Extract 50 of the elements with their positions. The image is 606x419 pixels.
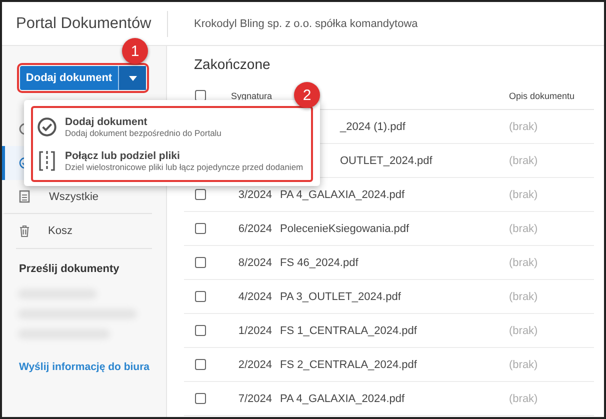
sidebar-item[interactable]: Kosz xyxy=(2,214,166,248)
table-cell: (brak) xyxy=(509,392,538,404)
row-checkbox[interactable] xyxy=(195,359,206,370)
row-checkbox[interactable] xyxy=(195,189,206,200)
annotation-badge: 2 xyxy=(294,82,320,108)
table-cell: 4/2024 xyxy=(238,290,272,302)
row-checkbox[interactable] xyxy=(195,223,206,234)
app-title: Portal Dokumentów xyxy=(15,14,152,32)
table-cell: (brak) xyxy=(509,154,538,166)
menu-item[interactable]: Dodaj dokument Dodaj dokument bezpośrednio do Portalu xyxy=(33,110,311,144)
row-checkbox[interactable] xyxy=(195,257,206,268)
table-cell: FS 1_CENTRALA_2024.pdf xyxy=(280,324,417,336)
table-cell: (brak) xyxy=(509,290,538,302)
table-cell: (brak) xyxy=(509,120,538,132)
table-cell: 6/2024 xyxy=(238,222,272,234)
trash-icon xyxy=(19,225,30,237)
annotation-badge: 1 xyxy=(122,38,148,64)
row-checkbox[interactable] xyxy=(195,393,206,404)
company-name: Krokodyl Bling sp. z o.o. spółka komandytowa xyxy=(167,10,418,36)
table-cell: (brak) xyxy=(509,222,538,234)
table-cell: 7/2024 xyxy=(238,392,272,404)
table-cell: _2024 (1).pdf xyxy=(340,120,406,132)
column-header: Opis dokumentu xyxy=(509,90,576,100)
table-cell: PA 4_GALAXIA_2024.pdf xyxy=(280,392,405,404)
column-header: Sygnatura xyxy=(230,90,273,100)
table-cell: PA 3_OUTLET_2024.pdf xyxy=(280,290,401,302)
table-cell: 2/2024 xyxy=(238,358,272,370)
table-cell: PA 4_GALAXIA_2024.pdf xyxy=(280,188,405,200)
section-title: Zakończone xyxy=(193,56,272,74)
document-icon xyxy=(19,190,31,203)
caret-icon xyxy=(128,76,136,80)
split-file-icon xyxy=(37,150,57,172)
table-cell: FS 2_CENTRALA_2024.pdf xyxy=(280,358,417,370)
table-cell: (brak) xyxy=(509,324,538,336)
table-cell: 3/2024 xyxy=(238,188,272,200)
upload-heading: Prześlij dokumenty xyxy=(18,262,120,277)
table-cell: (brak) xyxy=(509,256,538,268)
table-cell: OUTLET_2024.pdf xyxy=(340,154,432,166)
table-cell: (brak) xyxy=(509,188,538,200)
table-cell: PolecenieKsiegowania.pdf xyxy=(280,222,410,234)
dropdown-caret-button[interactable] xyxy=(119,66,146,90)
send-info-link[interactable]: Wyślij informację do biura xyxy=(2,351,166,373)
menu-item[interactable]: Połącz lub podziel pliki Dziel wielostronicowe pliki lub łącz pojedyncze przed dodaniem xyxy=(33,144,311,178)
table-cell: FS 46_2024.pdf xyxy=(280,256,358,268)
table-cell: 8/2024 xyxy=(238,256,272,268)
row-checkbox[interactable] xyxy=(195,325,206,336)
table-cell: (brak) xyxy=(509,358,538,370)
select-all-checkbox[interactable] xyxy=(195,90,206,101)
table-cell: 1/2024 xyxy=(238,324,272,336)
row-checkbox[interactable] xyxy=(195,291,206,302)
